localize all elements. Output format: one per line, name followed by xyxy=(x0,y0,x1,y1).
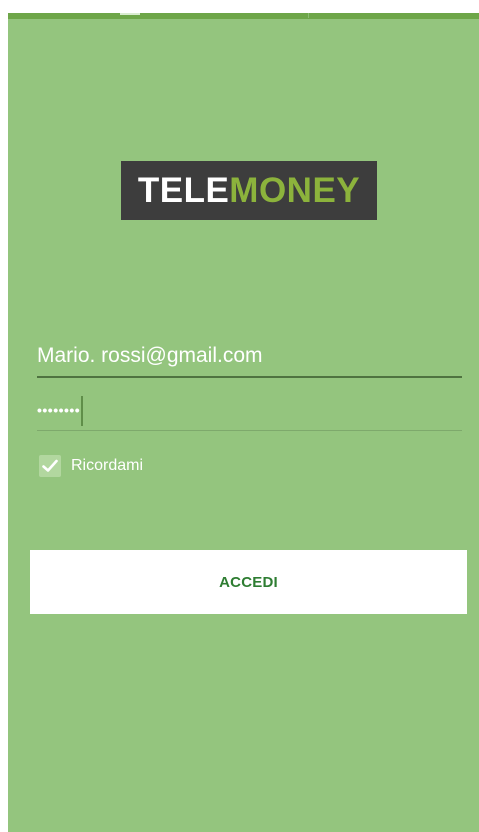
email-field[interactable]: Mario. rossi@gmail.com xyxy=(37,333,462,378)
status-bar-strip xyxy=(8,13,479,19)
remember-me-checkbox[interactable] xyxy=(39,455,61,477)
password-field[interactable]: •••••••• xyxy=(37,388,462,431)
remember-me-label: Ricordami xyxy=(71,457,144,474)
status-bar-mark xyxy=(120,13,140,15)
app-logo: TELE MONEY xyxy=(121,161,377,220)
login-screen: TELE MONEY Mario. rossi@gmail.com •••••••… xyxy=(8,13,479,832)
text-cursor xyxy=(81,396,84,426)
logo-text-tele: TELE xyxy=(137,170,230,210)
email-value: Mario. rossi@gmail.com xyxy=(37,344,263,367)
login-button[interactable]: ACCEDI xyxy=(30,550,467,614)
password-value: •••••••• xyxy=(37,402,81,418)
logo-text-money: MONEY xyxy=(229,170,361,210)
checkmark-icon xyxy=(42,459,58,472)
remember-me-row[interactable]: Ricordami xyxy=(39,454,143,478)
status-bar-divider xyxy=(308,13,309,18)
